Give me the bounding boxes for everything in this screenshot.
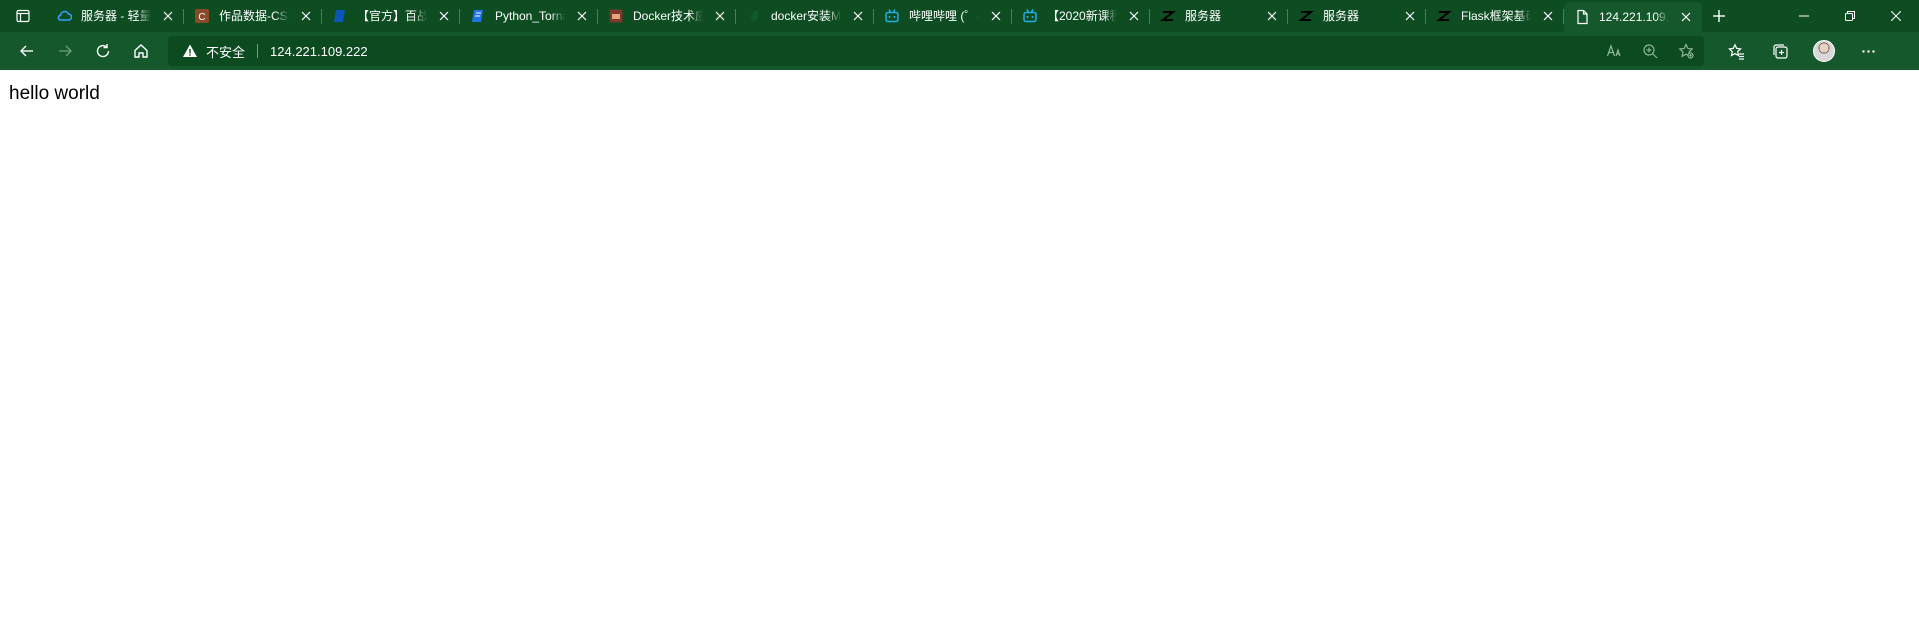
restore-button[interactable] [1827,0,1873,32]
close-icon[interactable] [1402,8,1418,24]
close-icon[interactable] [1126,8,1142,24]
tab-title: 作品数据-CSDN [219,9,289,23]
arrow-left-icon [20,45,33,57]
add-favorite-icon[interactable] [1668,37,1704,65]
tab-title: Python_Tornado [495,9,565,23]
docker-icon [608,8,624,24]
tab[interactable]: Flask框架基础 [1426,0,1564,32]
profile-button[interactable] [1802,35,1846,67]
tab-title: 服务器 - 轻量应用服务器 [81,9,151,23]
close-icon[interactable] [298,8,314,24]
tab-title: 124.221.109.222 [1599,10,1669,24]
zhihu-z-icon [1298,8,1314,24]
tab[interactable]: 【2020新课程】 [1012,0,1150,32]
tab[interactable]: 哔哩哔哩 (゜-゜)つロ [874,0,1012,32]
close-icon[interactable] [850,8,866,24]
minimize-icon [1799,15,1809,17]
leaf-icon [746,8,762,24]
security-status-label[interactable]: 不安全 [206,42,245,61]
close-window-button[interactable] [1873,0,1919,32]
page-body-text: hello world [9,83,100,104]
bookmark-icon [470,8,486,24]
close-icon[interactable] [574,8,590,24]
tab-title: Flask框架基础 [1461,9,1531,23]
close-window-icon [1891,11,1901,21]
close-icon[interactable] [1264,8,1280,24]
refresh-button[interactable] [85,35,121,67]
favorites-icon [1727,42,1744,60]
bookmark-icon [332,8,348,24]
tabstrip-drag-area[interactable] [1736,0,1781,32]
tab[interactable]: Docker技术应用 [598,0,736,32]
csdn-icon: C [194,8,210,24]
svg-text:C: C [198,12,205,23]
tab[interactable]: 服务器 - 轻量应用服务器 [46,0,184,32]
tab[interactable]: 服务器 [1150,0,1288,32]
page-icon [1574,9,1590,25]
collections-icon [1772,43,1788,59]
bilibili-icon [1022,8,1038,24]
settings-and-more-button[interactable] [1846,35,1890,67]
url-text[interactable]: 124.221.109.222 [270,44,368,59]
close-icon[interactable] [1540,8,1556,24]
tab[interactable]: C 作品数据-CSDN [184,0,322,32]
tab-title: 【2020新课程】 [1047,9,1117,23]
read-aloud-icon[interactable] [1596,37,1632,65]
close-icon[interactable] [712,8,728,24]
close-icon[interactable] [436,8,452,24]
tab-actions-icon[interactable] [0,0,46,32]
bilibili-icon [884,8,900,24]
back-button[interactable] [9,35,45,67]
favorites-button[interactable] [1714,35,1758,67]
zoom-icon[interactable] [1632,37,1668,65]
tab-title: 【官方】百战程序员 [357,9,427,23]
avatar [1813,40,1835,62]
tab-active[interactable]: 124.221.109.222 [1564,2,1702,32]
page-content: hello world [0,70,1919,620]
tab[interactable]: docker安装MySQL [736,0,874,32]
tab-strip: 服务器 - 轻量应用服务器 C 作品数据-CSDN 【官方】百战程序员 [0,0,1919,32]
tab-title: 服务器 [1323,9,1360,23]
tab-title: 服务器 [1185,9,1222,23]
collections-button[interactable] [1758,35,1802,67]
warning-icon[interactable] [182,43,198,59]
tab[interactable]: 服务器 [1288,0,1426,32]
tab-title: Docker技术应用 [633,9,703,23]
zhihu-z-icon [1160,8,1176,24]
tab-title: 哔哩哔哩 (゜-゜)つロ [909,9,979,23]
refresh-icon [96,44,110,58]
new-tab-button[interactable] [1702,0,1736,32]
cloud-icon [56,8,72,24]
home-icon [134,44,148,58]
tab[interactable]: 【官方】百战程序员 [322,0,460,32]
more-icon [1861,49,1875,53]
zhihu-z-icon [1436,8,1452,24]
minimize-button[interactable] [1781,0,1827,32]
close-icon[interactable] [988,8,1004,24]
plus-icon [1713,10,1725,22]
restore-icon [1845,11,1855,21]
address-divider [257,44,259,58]
tab[interactable]: Python_Tornado [460,0,598,32]
address-bar[interactable]: 不安全 124.221.109.222 [168,36,1704,66]
forward-button[interactable] [47,35,83,67]
browser-toolbar: 不安全 124.221.109.222 [0,32,1919,70]
home-button[interactable] [123,35,159,67]
tab-title: docker安装MySQL [771,9,841,23]
tab-list: 服务器 - 轻量应用服务器 C 作品数据-CSDN 【官方】百战程序员 [46,0,1702,32]
close-icon[interactable] [160,8,176,24]
close-icon[interactable] [1678,9,1694,25]
arrow-right-icon [59,45,72,57]
